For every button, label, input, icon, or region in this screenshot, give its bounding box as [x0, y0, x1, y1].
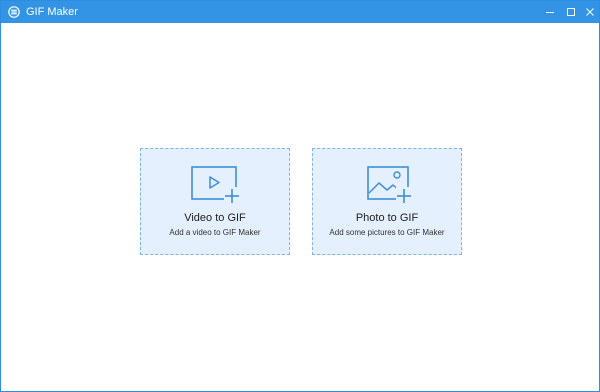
title-bar[interactable]: GIF Maker — [1, 1, 599, 23]
photo-to-gif-title: Photo to GIF — [355, 212, 419, 224]
photo-to-gif-card[interactable]: Photo to GIF Add some pictures to GIF Ma… — [312, 148, 462, 255]
photo-to-gif-subtitle: Add some pictures to GIF Maker — [329, 228, 445, 237]
maximize-icon — [567, 8, 575, 16]
minimize-icon — [546, 12, 554, 13]
video-add-icon — [191, 166, 240, 203]
minimize-button[interactable] — [539, 1, 561, 23]
close-icon — [586, 8, 594, 16]
close-button[interactable] — [579, 1, 600, 23]
window-title: GIF Maker — [26, 6, 78, 18]
app-window: GIF Maker Video to GIF Add a video to GI… — [0, 0, 600, 392]
video-to-gif-card[interactable]: Video to GIF Add a video to GIF Maker — [140, 148, 290, 255]
gif-maker-icon — [8, 6, 20, 18]
video-to-gif-subtitle: Add a video to GIF Maker — [169, 228, 261, 237]
video-to-gif-title: Video to GIF — [184, 212, 246, 224]
photo-add-icon — [367, 166, 412, 203]
